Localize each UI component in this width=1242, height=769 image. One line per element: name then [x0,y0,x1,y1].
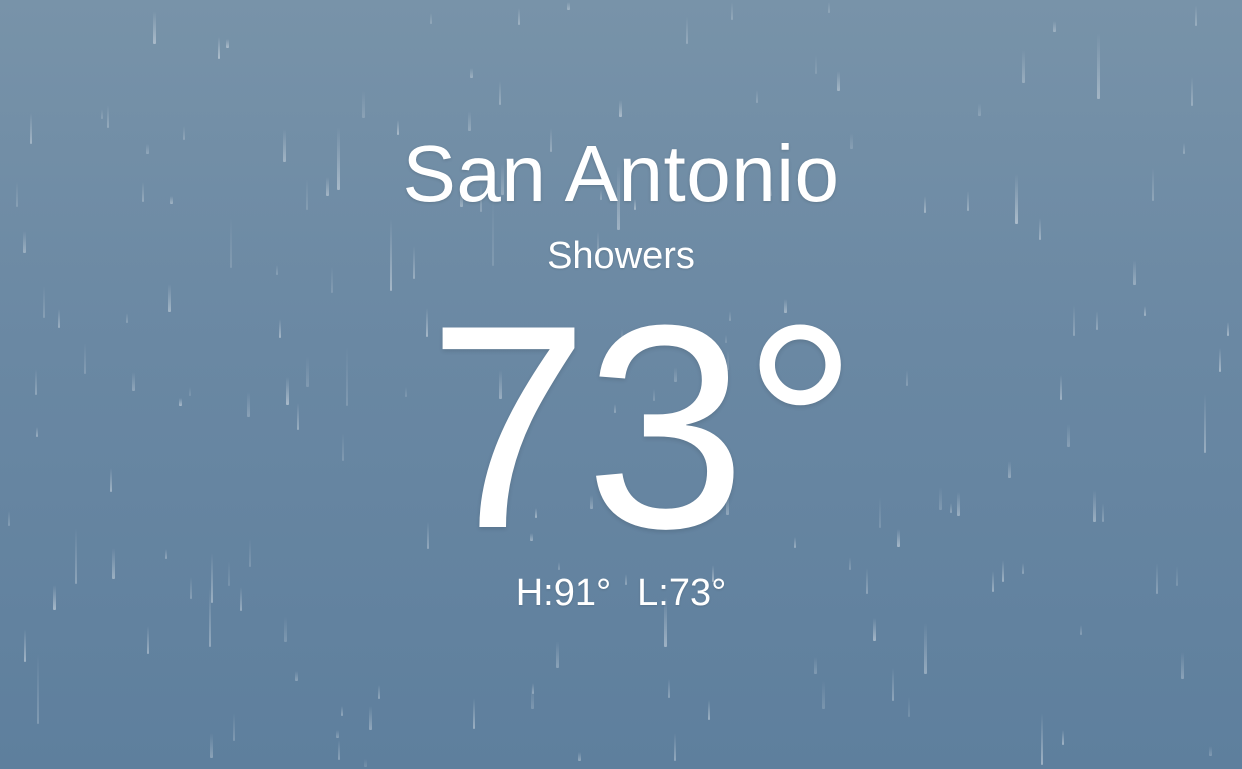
weather-header: San Antonio Showers 73° H:91° L:73° [0,0,1242,769]
low-temperature: L:73° [637,572,727,614]
city-name: San Antonio [402,129,840,218]
high-temperature: H:91° [515,572,612,614]
current-temperature: 73° [427,265,859,589]
high-low-temperature: H:91° L:73° [0,571,1242,615]
